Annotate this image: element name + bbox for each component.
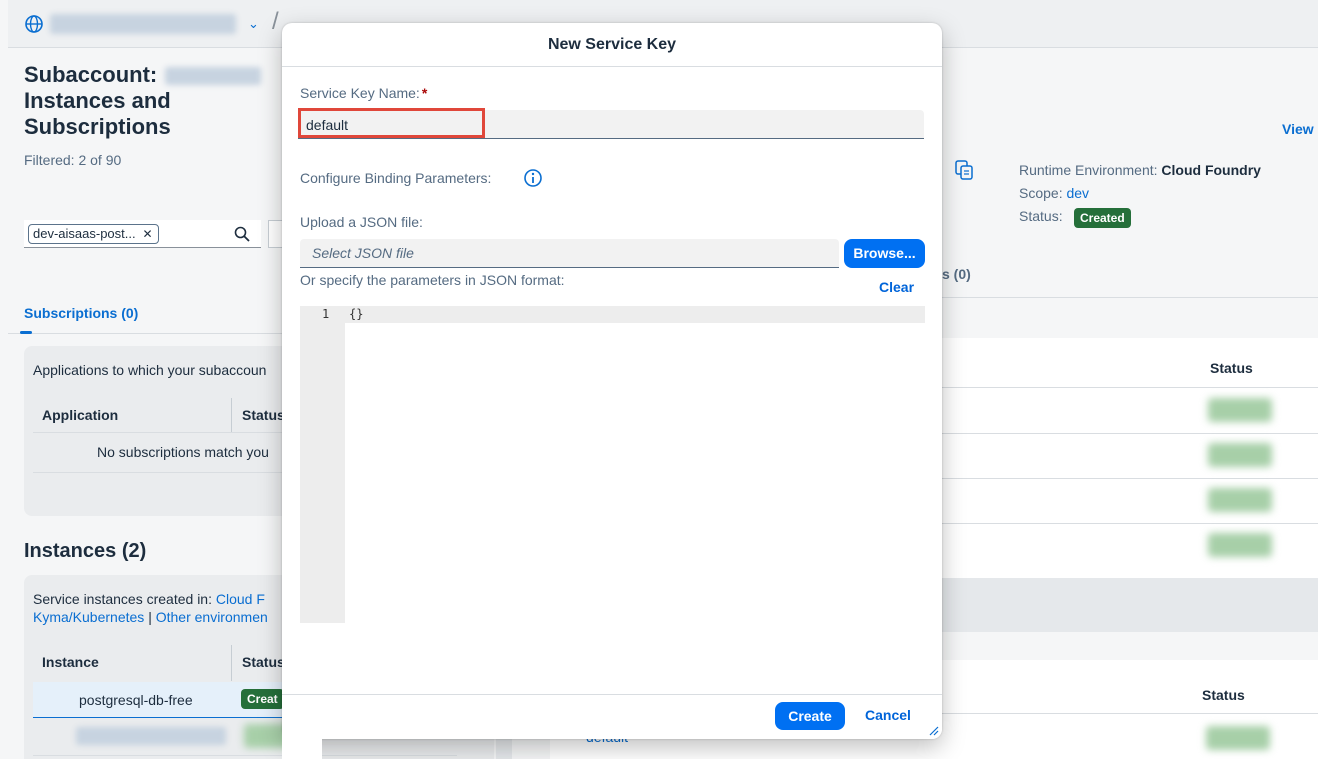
column-status[interactable]: Status bbox=[242, 654, 285, 670]
line-number: 1 bbox=[322, 307, 330, 321]
service-instances-text: Service instances created in: Cloud F bbox=[33, 591, 265, 607]
editor-code[interactable]: {} bbox=[349, 307, 363, 321]
other-environments-link[interactable]: Other environmen bbox=[156, 609, 268, 625]
json-file-input[interactable]: Select JSON file bbox=[300, 239, 839, 268]
column-status[interactable]: Status bbox=[1210, 360, 1253, 376]
search-input[interactable]: dev-aisaas-post... ✕ bbox=[24, 220, 261, 248]
breadcrumb-separator: / bbox=[272, 8, 279, 35]
service-key-name-label: Service Key Name: * bbox=[300, 85, 428, 101]
redacted-status bbox=[1208, 533, 1272, 557]
editor-gutter bbox=[300, 306, 345, 623]
editor-active-line bbox=[300, 306, 925, 323]
column-divider bbox=[231, 645, 232, 681]
required-marker: * bbox=[421, 85, 428, 101]
filter-token[interactable]: dev-aisaas-post... ✕ bbox=[28, 224, 159, 244]
browse-button[interactable]: Browse... bbox=[844, 239, 925, 268]
applications-description: Applications to which your subaccoun bbox=[33, 362, 267, 378]
file-placeholder: Select JSON file bbox=[312, 245, 414, 261]
cancel-button[interactable]: Cancel bbox=[865, 707, 911, 723]
redacted-status bbox=[1208, 398, 1272, 422]
globe-icon[interactable] bbox=[24, 14, 44, 34]
view-link[interactable]: View bbox=[1282, 121, 1314, 137]
tab-partial[interactable]: s (0) bbox=[942, 266, 971, 282]
filter-button-partial[interactable] bbox=[268, 220, 282, 248]
tab-indicator bbox=[20, 331, 32, 334]
json-editor[interactable]: 1 {} bbox=[300, 306, 925, 623]
kyma-link[interactable]: Kyma/Kubernetes bbox=[33, 609, 144, 625]
instance-name: postgresql-db-free bbox=[79, 692, 193, 708]
configure-binding-label: Configure Binding Parameters: bbox=[300, 170, 492, 186]
scope: Scope: dev bbox=[1019, 185, 1090, 201]
copy-icon[interactable] bbox=[955, 160, 973, 180]
column-status[interactable]: Status bbox=[1202, 687, 1245, 703]
no-subscriptions-text: No subscriptions match you bbox=[97, 444, 269, 460]
scope-link[interactable]: dev bbox=[1066, 185, 1089, 201]
status-badge: Created bbox=[1074, 208, 1131, 228]
upload-json-label: Upload a JSON file: bbox=[300, 214, 423, 230]
filtered-count: Filtered: 2 of 90 bbox=[24, 152, 122, 168]
specify-json-label: Or specify the parameters in JSON format… bbox=[300, 272, 565, 288]
dialog-footer: Create Cancel bbox=[282, 694, 942, 739]
redacted-status bbox=[1208, 488, 1272, 512]
new-service-key-dialog: New Service Key Service Key Name: * defau… bbox=[282, 23, 942, 739]
instances-title: Instances (2) bbox=[24, 540, 147, 562]
column-status[interactable]: Status bbox=[242, 407, 285, 423]
status-label: Status: bbox=[1019, 208, 1063, 224]
column-instance[interactable]: Instance bbox=[42, 654, 99, 670]
highlight-annotation bbox=[298, 108, 485, 138]
redaction-patch bbox=[282, 712, 322, 759]
info-icon[interactable] bbox=[523, 168, 543, 188]
create-button[interactable]: Create bbox=[775, 702, 845, 730]
chevron-down-icon[interactable]: ⌄ bbox=[248, 16, 259, 32]
redacted-status bbox=[1208, 443, 1272, 467]
page-title: Subaccount: Instances and Subscriptions bbox=[24, 62, 284, 140]
dialog-title: New Service Key bbox=[282, 23, 942, 67]
clear-button[interactable]: Clear bbox=[879, 279, 914, 295]
global-account-name-redacted bbox=[50, 14, 236, 34]
search-icon[interactable] bbox=[234, 226, 250, 242]
cloud-foundry-link[interactable]: Cloud F bbox=[216, 591, 265, 607]
redacted-status bbox=[1206, 726, 1270, 750]
close-icon[interactable]: ✕ bbox=[143, 225, 153, 243]
status-badge: Creat bbox=[241, 689, 284, 709]
runtime-environment: Runtime Environment: Cloud Foundry bbox=[1019, 162, 1261, 178]
tab-subscriptions[interactable]: Subscriptions (0) bbox=[24, 305, 138, 321]
column-application[interactable]: Application bbox=[42, 407, 118, 423]
divider bbox=[33, 755, 457, 756]
environment-links: Kyma/Kubernetes | Other environmen bbox=[33, 609, 268, 625]
column-divider bbox=[231, 398, 232, 432]
resize-handle-icon[interactable] bbox=[929, 726, 939, 736]
redacted-row bbox=[76, 727, 226, 745]
